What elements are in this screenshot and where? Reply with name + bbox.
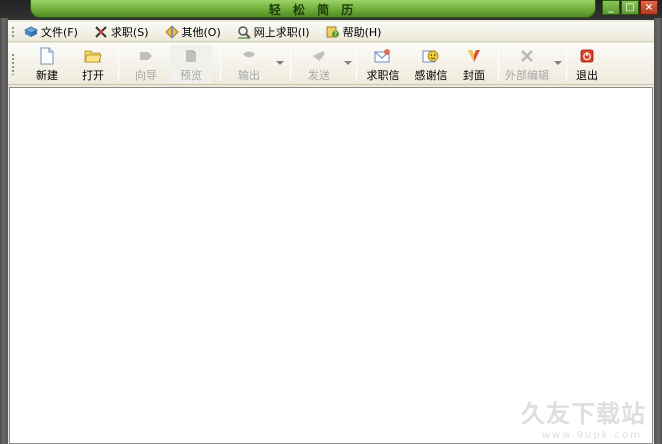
external-edit-icon <box>518 47 536 65</box>
watermark-url: www.9upk.com <box>541 430 642 441</box>
frame-left-border <box>0 18 8 444</box>
title-bar[interactable]: 轻 松 简 历 _ □ × <box>0 0 662 20</box>
toolbar-separator <box>566 47 567 81</box>
file-menu-icon <box>24 25 38 39</box>
open-folder-icon <box>84 47 102 65</box>
external-edit-button-label: 外部编辑 <box>505 69 549 82</box>
thank-you-letter-icon <box>422 47 440 65</box>
menu-online-job[interactable]: 网上求职(I) <box>231 23 316 41</box>
new-doc-icon <box>38 47 56 65</box>
export-dropdown-arrow[interactable] <box>276 61 284 65</box>
thank-you-letter-button[interactable]: 感谢信 <box>408 45 454 83</box>
exit-button[interactable]: 退出 <box>570 45 604 83</box>
menu-help-label: 帮助(H) <box>342 25 382 39</box>
menu-other[interactable]: 其他(O) <box>159 23 227 41</box>
thank-you-letter-button-label: 感谢信 <box>414 69 448 82</box>
menu-job[interactable]: 求职(S) <box>88 23 155 41</box>
window-controls: _ □ × <box>602 0 658 16</box>
window-title: 轻 松 简 历 <box>268 3 358 17</box>
menu-file[interactable]: 文件(F) <box>18 23 84 41</box>
toolbar-separator <box>118 47 119 81</box>
close-button[interactable]: × <box>640 0 658 15</box>
toolbar-separator <box>290 47 291 81</box>
open-button[interactable]: 打开 <box>76 45 110 83</box>
job-search-icon <box>94 25 108 39</box>
cover-page-button[interactable]: 封面 <box>456 45 492 83</box>
cover-letter-button-label: 求职信 <box>366 69 400 82</box>
external-edit-button[interactable]: 外部编辑 <box>502 45 552 83</box>
export-button-label: 输出 <box>238 69 260 82</box>
maximize-button[interactable]: □ <box>621 0 639 15</box>
menu-grip[interactable] <box>11 26 15 38</box>
frame-right-border <box>654 18 662 444</box>
external-edit-dropdown-arrow[interactable] <box>554 61 562 65</box>
toolbar-separator <box>498 47 499 81</box>
exit-button-label: 退出 <box>576 69 598 82</box>
client-area: 文件(F) 求职(S) 其他(O) 网上求职(I) ? 帮助(H) 新建 打开 … <box>8 20 654 444</box>
toolbar-separator <box>220 47 221 81</box>
wizard-icon <box>137 47 155 65</box>
new-button[interactable]: 新建 <box>30 45 64 83</box>
watermark: 久友下载站 <box>521 400 646 428</box>
new-button-label: 新建 <box>36 69 58 82</box>
preview-button[interactable]: 预览 <box>170 45 212 83</box>
menu-help[interactable]: ? 帮助(H) <box>320 23 388 41</box>
menu-bar: 文件(F) 求职(S) 其他(O) 网上求职(I) ? 帮助(H) <box>8 22 654 42</box>
cover-page-icon <box>465 47 483 65</box>
menu-job-label: 求职(S) <box>110 25 149 39</box>
svg-text:?: ? <box>333 31 336 38</box>
send-icon <box>310 47 328 65</box>
export-icon <box>240 47 258 65</box>
send-button[interactable]: 发送 <box>298 45 340 83</box>
help-icon: ? <box>326 25 340 39</box>
wizard-button-label: 向导 <box>135 69 157 82</box>
menu-online-job-label: 网上求职(I) <box>253 25 310 39</box>
preview-button-label: 预览 <box>180 69 202 82</box>
send-button-label: 发送 <box>308 69 330 82</box>
wizard-button[interactable]: 向导 <box>126 45 166 83</box>
toolbar-grip[interactable] <box>11 53 15 75</box>
document-area[interactable]: 久友下载站 www.9upk.com <box>9 87 653 444</box>
online-job-icon <box>237 25 251 39</box>
toolbar-separator <box>356 47 357 81</box>
cover-letter-button[interactable]: 求职信 <box>360 45 406 83</box>
window-frame: 轻 松 简 历 _ □ × 文件(F) 求职(S) 其他(O) 网上求职(I) … <box>0 0 662 444</box>
other-icon <box>164 24 179 39</box>
menu-other-label: 其他(O) <box>181 25 221 39</box>
open-button-label: 打开 <box>82 69 104 82</box>
toolbar: 新建 打开 向导 预览 输出 发送 求职信 感谢信 封面 外部编辑 退出 <box>8 43 654 85</box>
send-dropdown-arrow[interactable] <box>344 61 352 65</box>
export-button[interactable]: 输出 <box>228 45 270 83</box>
title-pill: 轻 松 简 历 <box>30 0 596 18</box>
exit-icon <box>578 47 596 65</box>
cover-letter-icon <box>374 47 392 65</box>
cover-page-button-label: 封面 <box>463 69 485 82</box>
minimize-button[interactable]: _ <box>602 0 620 15</box>
menu-file-label: 文件(F) <box>41 25 78 39</box>
preview-icon <box>182 47 200 65</box>
